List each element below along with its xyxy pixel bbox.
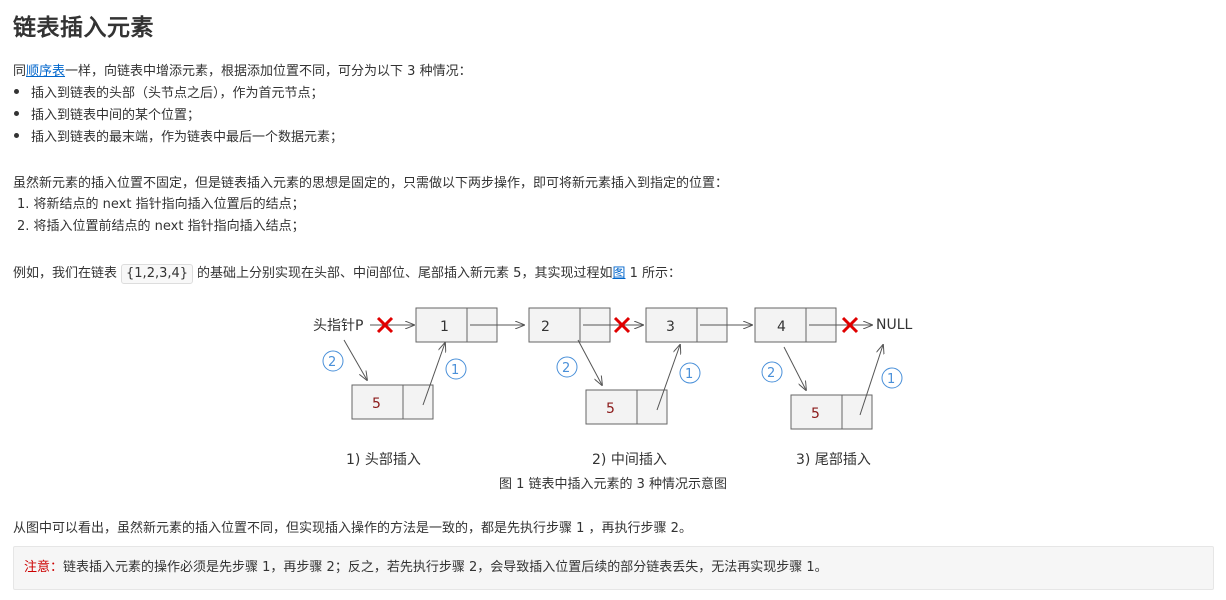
svg-text:2: 2 bbox=[328, 355, 336, 370]
null-label: NULL bbox=[876, 317, 913, 333]
svg-text:5: 5 bbox=[372, 396, 381, 412]
step-two-arrow bbox=[343, 339, 367, 380]
note-text: 链表插入元素的操作必须是先步骤 1，再步骤 2；反之，若先执行步骤 2，会导致插… bbox=[63, 560, 828, 575]
svg-text:2: 2 bbox=[562, 361, 570, 376]
svg-text:5: 5 bbox=[606, 401, 615, 417]
new-node-5: 5 bbox=[585, 389, 668, 425]
step-one-arrow bbox=[422, 343, 445, 406]
caption-head-insert: 1) 头部插入 bbox=[346, 452, 421, 468]
svg-text:2: 2 bbox=[767, 366, 775, 381]
step-marker-2: 2 bbox=[322, 350, 344, 372]
svg-text:1: 1 bbox=[440, 319, 449, 335]
step-marker-2: 2 bbox=[761, 361, 783, 383]
step-marker-1: 1 bbox=[445, 358, 467, 380]
step-marker-2: 2 bbox=[556, 356, 578, 378]
caption-middle-insert: 2) 中间插入 bbox=[592, 452, 667, 468]
svg-text:1: 1 bbox=[685, 367, 693, 382]
note-label: 注意： bbox=[24, 560, 64, 575]
note-content: 注意：链表插入元素的操作必须是先步骤 1，再步骤 2；反之，若先执行步骤 2，会… bbox=[24, 558, 828, 578]
svg-text:5: 5 bbox=[811, 406, 820, 422]
new-node-5: 5 bbox=[351, 384, 434, 420]
figure-caption: 图 1 链表中插入元素的 3 种情况示意图 bbox=[499, 476, 727, 492]
step-two-arrow bbox=[577, 339, 602, 385]
step-marker-1: 1 bbox=[679, 362, 701, 384]
svg-text:2: 2 bbox=[541, 319, 550, 335]
step-two-arrow bbox=[783, 346, 806, 390]
caption-tail-insert: 3) 尾部插入 bbox=[796, 452, 871, 468]
new-node-5: 5 bbox=[790, 394, 873, 430]
svg-text:1: 1 bbox=[887, 372, 895, 387]
note-box: 注意：链表插入元素的操作必须是先步骤 1，再步骤 2；反之，若先执行步骤 2，会… bbox=[13, 546, 1214, 590]
svg-text:1: 1 bbox=[451, 363, 459, 378]
step-one-arrow bbox=[656, 345, 680, 411]
conclusion-paragraph: 从图中可以看出，虽然新元素的插入位置不同，但实现插入操作的方法是一致的，都是先执… bbox=[13, 521, 692, 536]
insertion-diagram: 头指针P 1 5 2 1 2 3 5 2 1 4 NULL 5 2 1 1) 头… bbox=[313, 307, 913, 492]
step-marker-1: 1 bbox=[881, 367, 903, 389]
svg-text:4: 4 bbox=[777, 319, 786, 335]
svg-text:3: 3 bbox=[666, 319, 675, 335]
head-pointer-label: 头指针P bbox=[313, 318, 363, 334]
